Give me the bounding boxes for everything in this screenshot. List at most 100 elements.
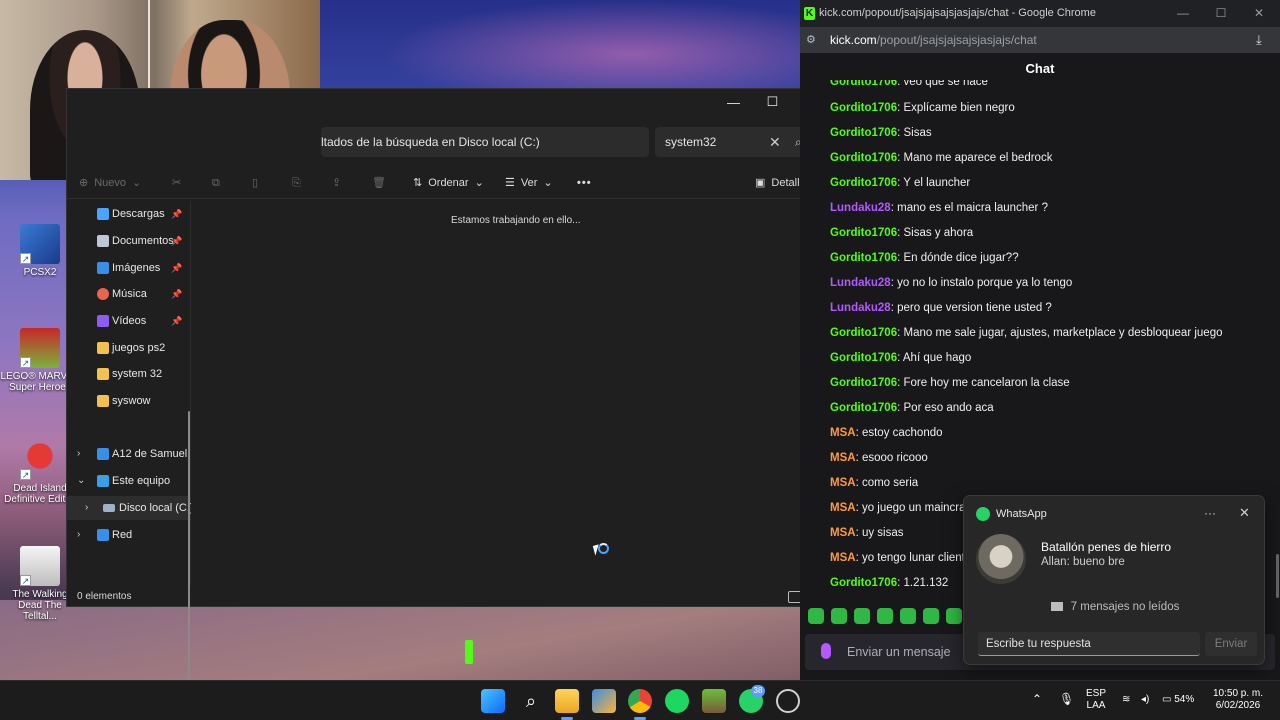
- spotify-icon[interactable]: [665, 689, 689, 713]
- nav-item-a12-de-samuel[interactable]: › A12 de Samuel: [67, 442, 191, 466]
- chat-username[interactable]: Gordito1706: [830, 352, 897, 364]
- emote-icon[interactable]: [854, 608, 870, 624]
- chevron-right-icon[interactable]: ›: [77, 523, 80, 547]
- chat-username[interactable]: Gordito1706: [830, 327, 897, 339]
- chat-username[interactable]: Gordito1706: [830, 127, 897, 139]
- new-button[interactable]: ⊕ Nuevo ⌄: [79, 173, 141, 193]
- wifi-icon[interactable]: ≋: [1122, 694, 1130, 706]
- minecraft-icon[interactable]: [702, 689, 726, 713]
- file-explorer-icon[interactable]: [555, 689, 579, 720]
- chat-username[interactable]: Gordito1706: [830, 227, 897, 239]
- search-icon[interactable]: ⌕: [519, 689, 543, 713]
- chevron-down-icon[interactable]: ⌄: [77, 469, 85, 493]
- chat-username[interactable]: MSA: [830, 527, 856, 539]
- chat-username[interactable]: Gordito1706: [830, 177, 897, 189]
- close-button[interactable]: ✕: [1240, 0, 1278, 27]
- address-bar[interactable]: ⚙ kick.com/popout/jsajsjajsajsjasjajs/ch…: [800, 27, 1280, 53]
- rename-icon[interactable]: ⎘: [292, 173, 301, 193]
- pin-icon[interactable]: 📌: [171, 309, 182, 333]
- emote-icon[interactable]: [900, 608, 916, 624]
- sort-button[interactable]: ⇅ Ordenar ⌄: [413, 173, 484, 193]
- explorer-titlebar[interactable]: — ☐ ✕: [67, 89, 829, 115]
- microsoft-store-icon[interactable]: [592, 689, 616, 713]
- chevron-down-icon: ⌄: [474, 177, 484, 189]
- emote-icon[interactable]: [877, 608, 893, 624]
- maximize-button[interactable]: ☐: [753, 89, 792, 115]
- chrome-icon[interactable]: [628, 689, 652, 720]
- chat-username[interactable]: Lundaku28: [830, 202, 891, 214]
- reply-input[interactable]: Escribe tu respuesta: [978, 632, 1200, 656]
- share-icon[interactable]: ⇪: [332, 173, 341, 193]
- close-icon[interactable]: ✕: [1239, 505, 1250, 521]
- clock[interactable]: 10:50 p. m. 6/02/2026: [1210, 688, 1266, 712]
- nav-item-videos[interactable]: Vídeos 📌: [67, 309, 191, 333]
- breadcrumb[interactable]: ltados de la búsqueda en Disco local (C:…: [321, 127, 649, 157]
- chevron-right-icon[interactable]: ›: [85, 496, 88, 520]
- pin-icon[interactable]: 📌: [171, 282, 182, 306]
- emote-icon[interactable]: [946, 608, 962, 624]
- minimize-button[interactable]: —: [714, 89, 753, 115]
- chat-send-button[interactable]: [465, 640, 473, 664]
- chat-username[interactable]: Gordito1706: [830, 152, 897, 164]
- delete-icon[interactable]: 🗑: [372, 173, 386, 193]
- whatsapp-icon[interactable]: 38: [739, 685, 765, 713]
- pin-icon[interactable]: 📌: [171, 229, 182, 253]
- pin-icon[interactable]: 📌: [171, 256, 182, 280]
- start-icon[interactable]: [481, 689, 505, 713]
- nav-item-documentos[interactable]: Documentos 📌: [67, 229, 191, 253]
- clear-search-icon[interactable]: ✕: [769, 127, 781, 157]
- cut-icon[interactable]: ✂: [172, 173, 181, 193]
- chevron-up-icon[interactable]: ⌃: [1032, 693, 1042, 705]
- nav-item-syswow[interactable]: syswow: [67, 389, 191, 413]
- nav-item-red[interactable]: › Red: [67, 523, 191, 547]
- more-options-button[interactable]: •••: [577, 173, 592, 193]
- volume-icon[interactable]: ◂): [1141, 694, 1149, 706]
- chat-username[interactable]: MSA: [830, 477, 856, 489]
- send-button[interactable]: Enviar: [1205, 632, 1257, 656]
- steam-icon[interactable]: [776, 689, 800, 713]
- chevron-right-icon[interactable]: ›: [77, 442, 80, 466]
- url-text[interactable]: kick.com/popout/jsajsjajsajsjasjajs/chat: [830, 27, 1037, 53]
- nav-item-juegos-ps2[interactable]: juegos ps2: [67, 336, 191, 360]
- nav-scrollbar[interactable]: [188, 411, 190, 683]
- pin-icon[interactable]: 📌: [171, 202, 182, 226]
- chat-username[interactable]: Gordito1706: [830, 577, 897, 589]
- chat-username[interactable]: Lundaku28: [830, 277, 891, 289]
- nav-item-musica[interactable]: Música 📌: [67, 282, 191, 306]
- chat-scrollbar[interactable]: [1276, 554, 1279, 598]
- maximize-button[interactable]: ☐: [1202, 0, 1240, 27]
- search-input[interactable]: system32: [665, 135, 716, 149]
- view-button[interactable]: ☰ Ver ⌄: [505, 173, 553, 193]
- more-options-icon[interactable]: ···: [1204, 506, 1216, 520]
- whatsapp-notification[interactable]: WhatsApp ··· ✕ Batallón penes de hierro …: [963, 495, 1265, 665]
- nav-item-este-equipo[interactable]: ⌄ Este equipo: [67, 469, 191, 493]
- download-icon[interactable]: ⤓: [1256, 27, 1262, 53]
- chat-username[interactable]: Gordito1706: [830, 252, 897, 264]
- battery-indicator[interactable]: ▭ 54%: [1162, 694, 1194, 706]
- chat-username[interactable]: Gordito1706: [830, 102, 897, 114]
- chat-username[interactable]: Gordito1706: [830, 377, 897, 389]
- chrome-titlebar[interactable]: K kick.com/popout/jsajsjajsajsjasjajs/ch…: [800, 0, 1280, 27]
- copy-icon[interactable]: ⧉: [212, 173, 220, 193]
- microphone-icon[interactable]: 🎙: [1059, 693, 1074, 705]
- emote-icon[interactable]: [923, 608, 939, 624]
- chat-username[interactable]: Gordito1706: [830, 402, 897, 414]
- microphone-icon[interactable]: [821, 643, 831, 659]
- nav-item-descargas[interactable]: Descargas 📌: [67, 202, 191, 226]
- site-info-icon[interactable]: ⚙: [806, 27, 816, 53]
- chat-username[interactable]: MSA: [830, 452, 856, 464]
- chat-username[interactable]: MSA: [830, 427, 856, 439]
- minimize-button[interactable]: —: [1164, 0, 1202, 27]
- language-indicator[interactable]: ESP LAA: [1086, 688, 1106, 712]
- nav-item-disco-local[interactable]: › Disco local (C:): [67, 496, 191, 520]
- emote-icon[interactable]: [808, 608, 824, 624]
- nav-item-system-32[interactable]: system 32: [67, 362, 191, 386]
- chat-username[interactable]: MSA: [830, 502, 856, 514]
- nav-item-imagenes[interactable]: Imágenes 📌: [67, 256, 191, 280]
- paste-icon[interactable]: ▯: [252, 173, 258, 193]
- chat-username[interactable]: Lundaku28: [830, 302, 891, 314]
- emote-icon[interactable]: [831, 608, 847, 624]
- search-box[interactable]: system32 ✕ ⌕: [655, 127, 819, 157]
- computer-icon: [97, 475, 109, 487]
- chat-username[interactable]: MSA: [830, 552, 856, 564]
